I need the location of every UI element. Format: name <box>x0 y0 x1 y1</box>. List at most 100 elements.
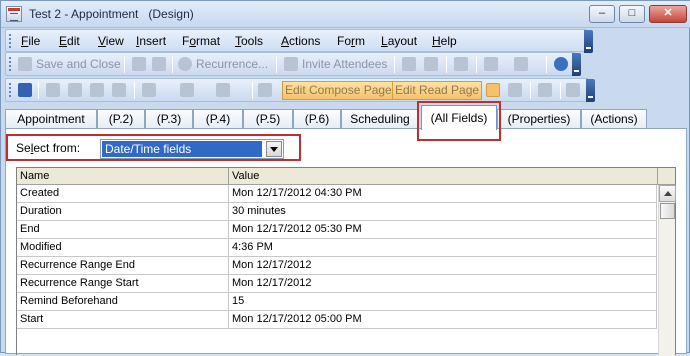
control-toolbox-icon[interactable] <box>508 83 522 97</box>
field-value-cell: 15 <box>229 293 657 310</box>
menu-tools[interactable]: Tools <box>235 34 263 48</box>
send-to-back-icon[interactable] <box>68 83 82 97</box>
tab-properties[interactable]: (Properties) <box>497 109 581 129</box>
scroll-up-arrow-icon[interactable] <box>659 185 676 202</box>
tab-p5[interactable]: (P.5) <box>243 109 293 129</box>
minimize-button[interactable]: – <box>589 5 615 23</box>
dropdown-arrow-icon[interactable] <box>266 141 282 157</box>
menubar-options-button[interactable] <box>584 30 593 53</box>
bring-to-front-icon[interactable] <box>46 83 60 97</box>
next-item-icon[interactable] <box>514 57 528 71</box>
save-and-close-button[interactable]: Save and Close <box>36 56 121 73</box>
toolbar-separator <box>124 56 125 73</box>
field-value-cell: Mon 12/17/2012 05:00 PM <box>229 311 657 328</box>
close-button[interactable]: ✕ <box>649 5 687 23</box>
menu-edit[interactable]: Edit <box>59 34 80 48</box>
publish-form-icon[interactable] <box>18 83 32 97</box>
view-code-icon[interactable] <box>566 83 580 97</box>
table-row[interactable]: Duration 30 minutes <box>17 203 657 221</box>
table-row[interactable]: Remind Beforehand 15 <box>17 293 657 311</box>
appointment-icon <box>6 6 22 22</box>
menu-bar: File Edit View Insert Format Tools Actions Form… <box>5 29 593 53</box>
tab-p3[interactable]: (P.3) <box>145 109 193 129</box>
form-tabs: Appointment (P.2) (P.3) (P.4) (P.5) (P.6… <box>1 105 690 130</box>
maximize-button[interactable]: □ <box>619 5 645 23</box>
table-row[interactable]: Start Mon 12/17/2012 05:00 PM <box>17 311 657 329</box>
field-name-cell: Recurrence Range Start <box>17 275 229 292</box>
properties-icon[interactable] <box>538 83 552 97</box>
select-from-label: Select from: <box>16 141 81 155</box>
field-chooser-icon[interactable] <box>486 83 500 97</box>
tab-scheduling[interactable]: Scheduling <box>341 109 419 129</box>
field-value-cell: Mon 12/17/2012 05:30 PM <box>229 221 657 238</box>
make-same-size-icon[interactable] <box>216 83 230 97</box>
field-value-cell: 4:36 PM <box>229 239 657 256</box>
menu-format[interactable]: Format <box>182 34 220 48</box>
save-icon[interactable] <box>18 57 32 71</box>
form-design-toolbar: Edit Compose Page Edit Read Page <box>5 78 595 102</box>
attach-icon[interactable] <box>152 57 166 71</box>
menu-form[interactable]: Form <box>337 34 365 48</box>
table-row[interactable]: Recurrence Range Start Mon 12/17/2012 <box>17 275 657 293</box>
menu-layout[interactable]: Layout <box>381 34 417 48</box>
tab-all-fields[interactable]: (All Fields) <box>421 105 497 130</box>
center-icon[interactable] <box>180 83 194 97</box>
toolbar-separator <box>394 56 395 73</box>
recurrence-button[interactable]: Recurrence... <box>196 56 268 73</box>
toolbar-grip[interactable] <box>9 83 12 97</box>
ungroup-icon[interactable] <box>112 83 126 97</box>
field-name-cell: Duration <box>17 203 229 220</box>
edit-compose-page-button[interactable]: Edit Compose Page <box>282 81 395 100</box>
importance-low-icon[interactable] <box>424 57 438 71</box>
tab-p2[interactable]: (P.2) <box>97 109 145 129</box>
snap-to-grid-icon[interactable] <box>258 83 272 97</box>
table-row[interactable]: Created Mon 12/17/2012 04:30 PM <box>17 185 657 203</box>
toolbar-options-button[interactable] <box>572 53 581 76</box>
table-row[interactable]: Modified 4:36 PM <box>17 239 657 257</box>
scroll-thumb[interactable] <box>660 203 675 219</box>
standard-toolbar: Save and Close Recurrence... Invite Atte… <box>5 52 581 76</box>
column-header-value[interactable]: Value <box>229 168 658 184</box>
help-icon[interactable] <box>554 57 568 71</box>
tab-appointment[interactable]: Appointment <box>5 109 97 129</box>
table-header: Name Value <box>17 168 675 185</box>
field-name-cell: Created <box>17 185 229 202</box>
column-header-name[interactable]: Name <box>17 168 229 184</box>
toolbar-options-button[interactable] <box>586 79 595 102</box>
menu-insert[interactable]: Insert <box>136 34 166 48</box>
toolbar-separator <box>172 56 173 73</box>
toolbar-separator <box>134 82 135 99</box>
fields-table: Name Value Created Mon 12/17/2012 04:30 P… <box>16 167 676 356</box>
select-from-dropdown[interactable]: Date/Time fields <box>100 139 284 159</box>
group-icon[interactable] <box>90 83 104 97</box>
menu-file[interactable]: File <box>21 34 40 48</box>
tab-p6[interactable]: (P.6) <box>293 109 341 129</box>
menubar-grip[interactable] <box>9 34 12 48</box>
toolbar-separator <box>530 82 531 99</box>
menu-help[interactable]: Help <box>432 34 457 48</box>
window-title: Test 2 - Appointment (Design) <box>29 7 194 21</box>
toolbar-separator <box>38 82 39 99</box>
table-row[interactable]: Recurrence Range End Mon 12/17/2012 <box>17 257 657 275</box>
toolbar-grip[interactable] <box>9 57 12 71</box>
field-value-cell: Mon 12/17/2012 04:30 PM <box>229 185 657 202</box>
delete-icon[interactable] <box>454 57 468 71</box>
menu-actions[interactable]: Actions <box>281 34 320 48</box>
edit-read-page-button[interactable]: Edit Read Page <box>392 81 483 100</box>
tab-actions[interactable]: (Actions) <box>581 109 647 129</box>
field-value-cell: 30 minutes <box>229 203 657 220</box>
table-scrollbar[interactable] <box>658 185 676 356</box>
importance-high-icon[interactable] <box>402 57 416 71</box>
print-icon[interactable] <box>132 57 146 71</box>
menu-view[interactable]: View <box>98 34 124 48</box>
invite-attendees-button[interactable]: Invite Attendees <box>302 56 387 73</box>
recurrence-icon[interactable] <box>178 57 192 71</box>
field-value-cell: Mon 12/17/2012 <box>229 275 657 292</box>
tab-p4[interactable]: (P.4) <box>193 109 243 129</box>
field-name-cell: Recurrence Range End <box>17 257 229 274</box>
align-icon[interactable] <box>142 83 156 97</box>
table-row[interactable]: End Mon 12/17/2012 05:30 PM <box>17 221 657 239</box>
previous-item-icon[interactable] <box>484 57 498 71</box>
select-from-value: Date/Time fields <box>102 141 262 157</box>
invite-attendees-icon[interactable] <box>284 57 298 71</box>
